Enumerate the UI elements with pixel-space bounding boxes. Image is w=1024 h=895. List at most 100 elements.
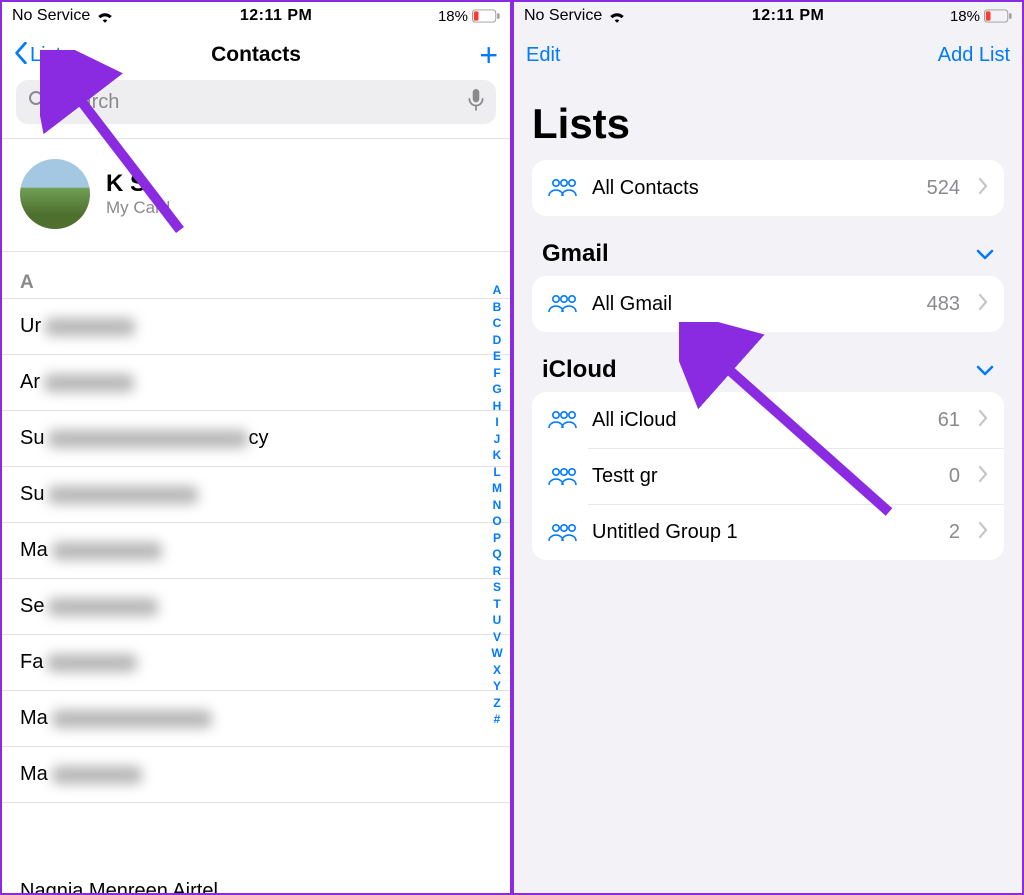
index-letter[interactable]: E: [493, 348, 501, 365]
index-letter[interactable]: K: [493, 447, 502, 464]
index-letter[interactable]: Q: [492, 546, 501, 563]
chevron-right-icon: [978, 293, 988, 316]
status-time: 12:11 PM: [752, 7, 824, 25]
index-letter[interactable]: U: [493, 612, 502, 629]
list-row[interactable]: Untitled Group 12: [588, 504, 1004, 560]
battery-icon: [472, 9, 500, 23]
people-icon: [548, 294, 578, 314]
index-letter[interactable]: T: [493, 596, 500, 613]
index-letter[interactable]: R: [493, 563, 502, 580]
list-count: 483: [927, 293, 960, 316]
index-letter[interactable]: O: [492, 513, 501, 530]
list-count: 61: [938, 409, 960, 432]
all-contacts-card: All Contacts 524: [532, 160, 1004, 216]
all-contacts-row[interactable]: All Contacts 524: [532, 160, 1004, 216]
list-row[interactable]: All Gmail 483: [532, 276, 1004, 332]
page-title: Lists: [514, 80, 1022, 160]
index-letter[interactable]: P: [493, 530, 501, 547]
nav-bar: Lists Contacts +: [2, 30, 510, 80]
index-letter[interactable]: N: [493, 497, 502, 514]
contact-row[interactable]: Ma: [2, 523, 510, 579]
search-icon: [28, 90, 48, 115]
chevron-right-icon: [978, 521, 988, 544]
section-header: A: [2, 252, 510, 299]
list-count: 0: [949, 465, 960, 488]
contact-row[interactable]: Ur: [2, 299, 510, 355]
contact-row[interactable]: Ar: [2, 355, 510, 411]
my-card-name: K S: [106, 170, 170, 198]
mic-icon[interactable]: [468, 89, 484, 116]
contact-row[interactable]: Fa: [2, 635, 510, 691]
lists-screen: No Service 12:11 PM 18% Edit Add List Li…: [512, 0, 1024, 895]
group-header[interactable]: Gmail: [532, 216, 1004, 276]
add-list-button[interactable]: Add List: [938, 44, 1010, 67]
wifi-icon: [96, 9, 114, 23]
contact-list[interactable]: UrArSucySuMaSeFaMaMa: [2, 299, 510, 803]
index-letter[interactable]: J: [494, 431, 501, 448]
back-button[interactable]: Lists: [14, 42, 71, 68]
index-letter[interactable]: D: [493, 332, 502, 349]
list-label: Testt gr: [592, 465, 935, 488]
index-letter[interactable]: W: [491, 645, 502, 662]
people-icon: [548, 178, 578, 198]
list-label: All Gmail: [592, 293, 913, 316]
contact-row[interactable]: Nagnia Menreen Airtel: [20, 880, 218, 895]
index-letter[interactable]: I: [495, 414, 498, 431]
group-card: All iCloud 61 Testt gr 0 Untitled Group 12: [532, 392, 1004, 560]
contacts-screen: No Service 12:11 PM 18% Lists Contacts +: [0, 0, 512, 895]
contact-row[interactable]: Sucy: [2, 411, 510, 467]
my-card-sub: My Card: [106, 198, 170, 218]
index-letter[interactable]: A: [493, 282, 502, 299]
index-letter[interactable]: #: [494, 711, 501, 728]
chevron-right-icon: [978, 465, 988, 488]
carrier-text: No Service: [12, 7, 90, 25]
index-letter[interactable]: Y: [493, 678, 501, 695]
battery-percent: 18%: [950, 8, 980, 25]
my-card[interactable]: K S My Card: [2, 138, 510, 252]
list-row[interactable]: All iCloud 61: [532, 392, 1004, 448]
contact-row[interactable]: Ma: [2, 747, 510, 803]
chevron-right-icon: [978, 409, 988, 432]
contact-row[interactable]: Su: [2, 467, 510, 523]
index-letter[interactable]: S: [493, 579, 501, 596]
page-title: Contacts: [211, 43, 301, 67]
index-letter[interactable]: Z: [493, 695, 500, 712]
group-name: iCloud: [542, 356, 617, 384]
back-label: Lists: [30, 44, 71, 67]
list-label: Untitled Group 1: [592, 521, 935, 544]
battery-icon: [984, 9, 1012, 23]
index-letter[interactable]: X: [493, 662, 501, 679]
carrier-text: No Service: [524, 7, 602, 25]
edit-button[interactable]: Edit: [526, 44, 560, 67]
group-name: Gmail: [542, 240, 609, 268]
people-icon: [532, 523, 578, 543]
index-letter[interactable]: M: [492, 480, 502, 497]
index-letter[interactable]: F: [493, 365, 500, 382]
status-bar: No Service 12:11 PM 18%: [2, 2, 510, 30]
list-row[interactable]: Testt gr 0: [588, 448, 1004, 504]
index-letter[interactable]: H: [493, 398, 502, 415]
status-time: 12:11 PM: [240, 7, 312, 25]
alphabet-index[interactable]: ABCDEFGHIJKLMNOPQRSTUVWXYZ#: [488, 282, 506, 728]
nav-bar: Edit Add List: [514, 30, 1022, 80]
avatar: [20, 159, 90, 229]
people-icon: [548, 410, 578, 430]
index-letter[interactable]: G: [492, 381, 501, 398]
group-header[interactable]: iCloud: [532, 332, 1004, 392]
list-label: All Contacts: [592, 177, 913, 200]
group-card: All Gmail 483: [532, 276, 1004, 332]
search-input[interactable]: [56, 91, 460, 114]
chevron-down-icon: [976, 240, 994, 268]
index-letter[interactable]: C: [493, 315, 502, 332]
contact-row[interactable]: Se: [2, 579, 510, 635]
search-field[interactable]: [16, 80, 496, 124]
add-contact-button[interactable]: +: [479, 37, 498, 73]
index-letter[interactable]: B: [493, 299, 502, 316]
index-letter[interactable]: V: [493, 629, 501, 646]
chevron-right-icon: [978, 177, 988, 200]
list-label: All iCloud: [592, 409, 924, 432]
chevron-left-icon: [14, 42, 28, 68]
contact-row[interactable]: Ma: [2, 691, 510, 747]
index-letter[interactable]: L: [493, 464, 500, 481]
wifi-icon: [608, 9, 626, 23]
